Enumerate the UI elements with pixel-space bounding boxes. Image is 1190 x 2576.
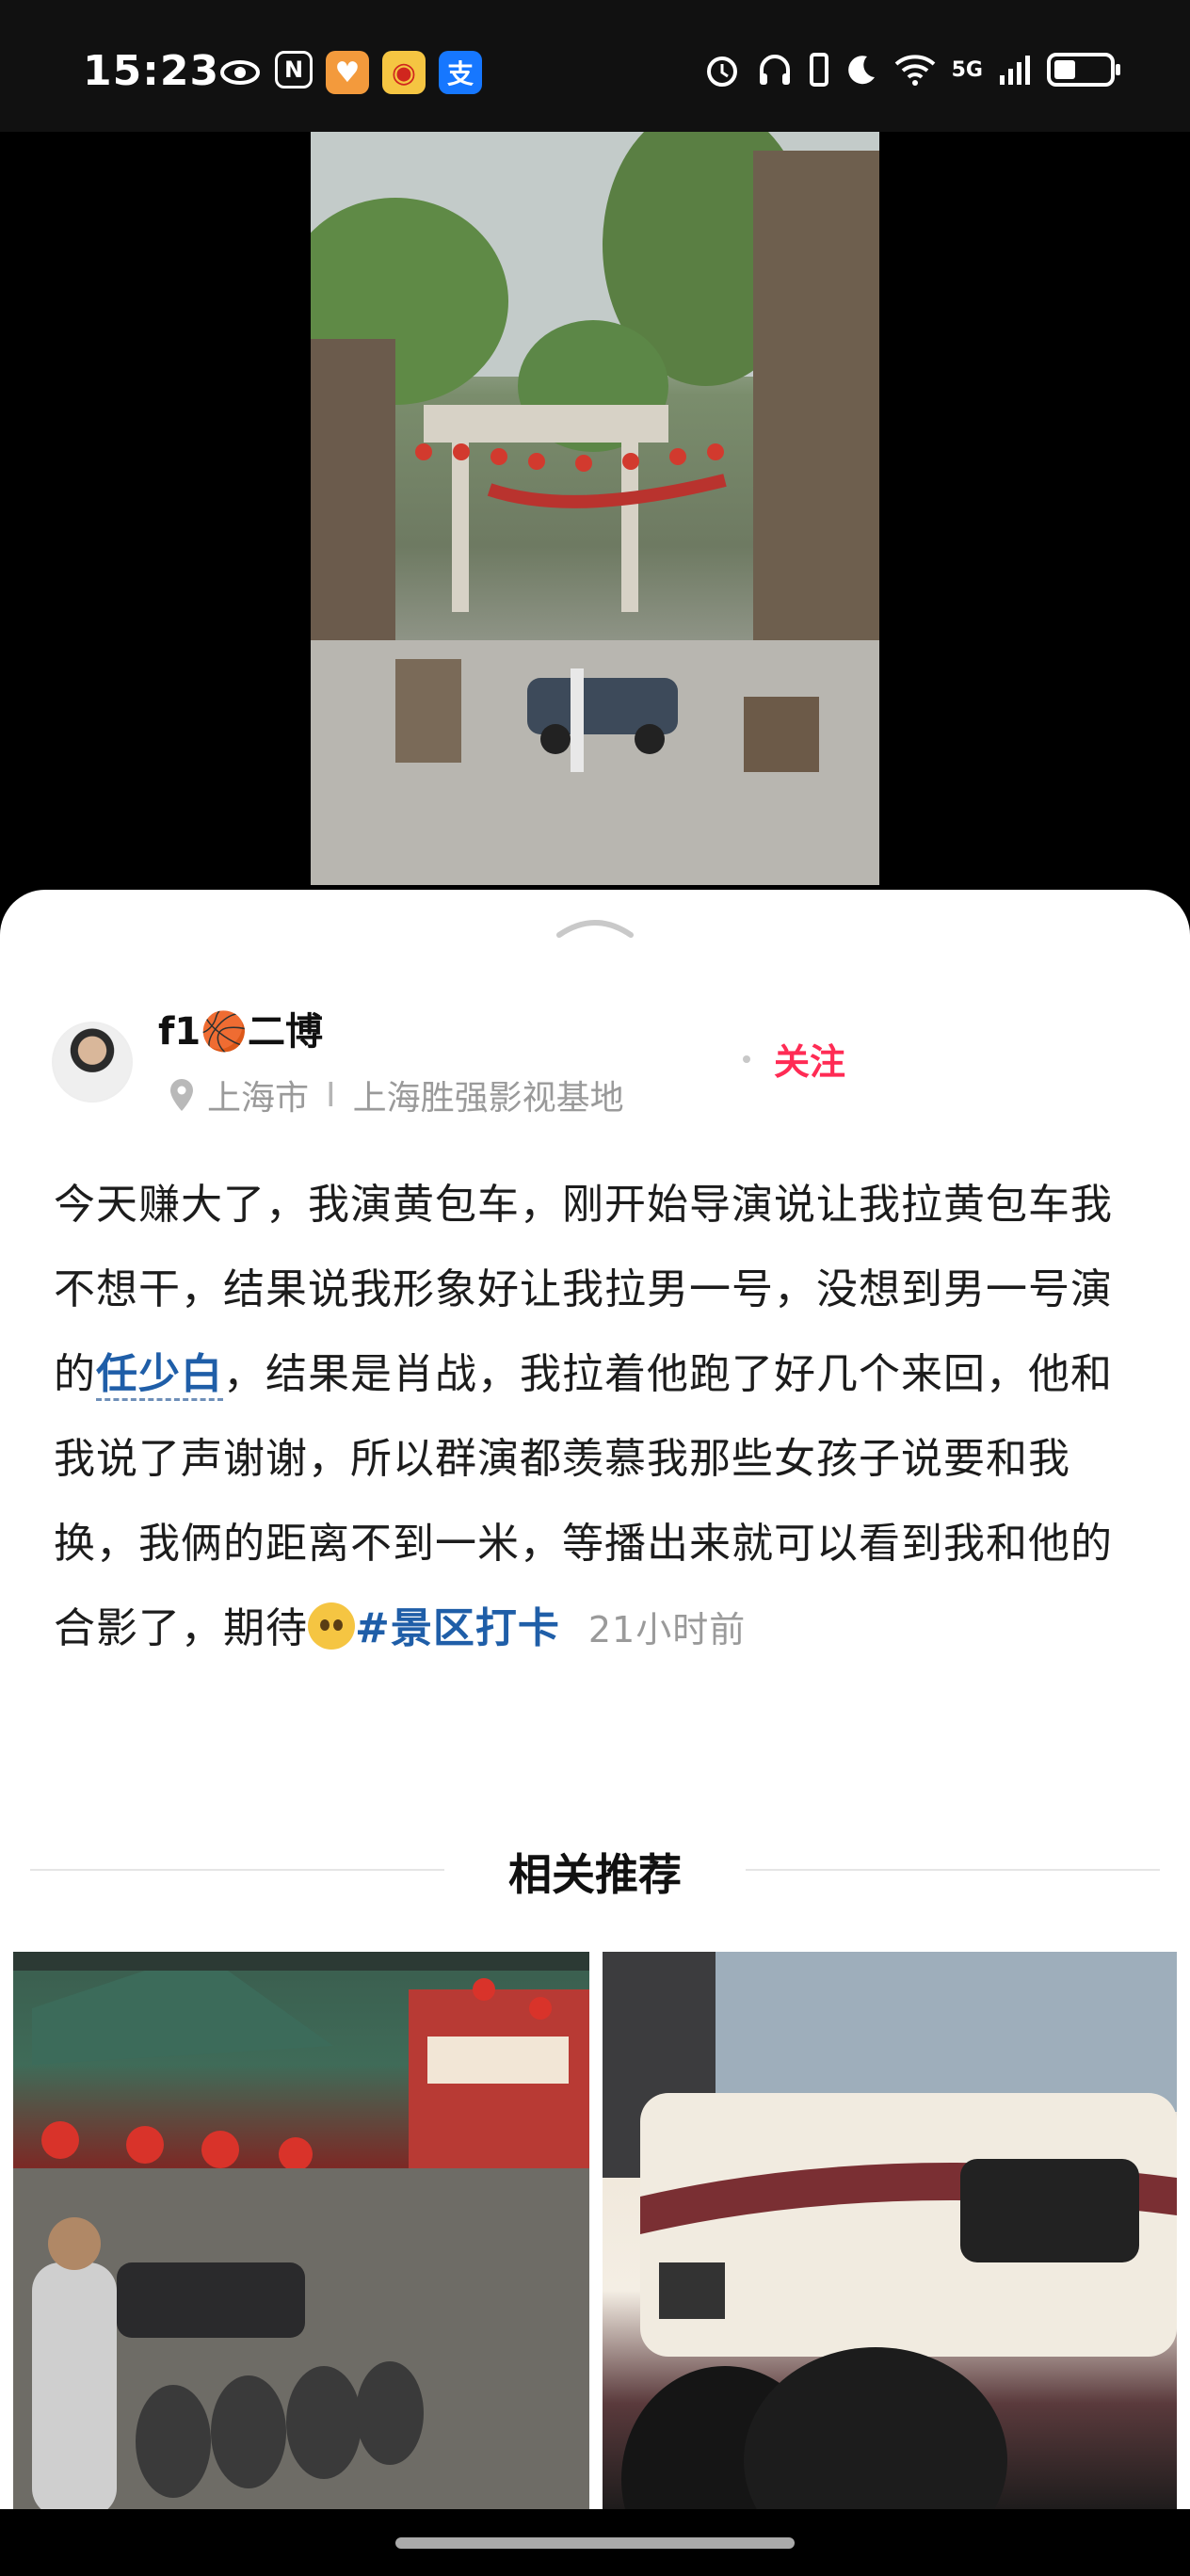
location-city: 上海市	[207, 1079, 310, 1118]
collapse-handle-icon[interactable]	[555, 916, 635, 939]
status-bar: 15:23 N ♥ ◉ 支 5G	[0, 0, 1190, 132]
battery-icon	[1047, 53, 1120, 87]
post-content: 今天赚大了，我演黄包车，刚开始导演说让我拉黄包车我不想干，结果说我形象好让我拉男…	[54, 1163, 1118, 1672]
alarm-icon	[706, 56, 737, 87]
post-detail-sheet: f1🏀二博 上海市 I 上海胜强影视基地 关注 今天赚大了，我演黄包车，刚开始导…	[0, 890, 1190, 2509]
nfc-icon: N	[275, 51, 313, 89]
app-heart-icon: ♥	[326, 51, 369, 94]
eye-icon	[218, 51, 262, 94]
headphones-icon	[759, 55, 790, 85]
follow-button[interactable]: 关注	[774, 1033, 845, 1085]
mention-link[interactable]: 任少白	[96, 1350, 223, 1401]
video-player[interactable]	[0, 132, 1190, 913]
location-row[interactable]: 上海市 I 上海胜强影视基地	[168, 1071, 624, 1119]
wifi-icon	[894, 55, 935, 86]
recommendations-title: 相关推荐	[508, 1849, 682, 1900]
separator-dot	[743, 1055, 750, 1063]
recommendation-image	[13, 1952, 589, 2509]
author-avatar[interactable]	[52, 1022, 133, 1103]
system-icons: 5G	[703, 51, 1120, 89]
system-navigation-bar	[0, 2509, 1190, 2576]
signal-icon	[1000, 56, 1030, 85]
recommendation-card[interactable]	[603, 1952, 1177, 2509]
video-scene-image	[311, 132, 879, 885]
notification-icons: N ♥ ◉ 支	[218, 51, 482, 94]
pleading-face-emoji-icon	[308, 1602, 355, 1650]
hashtag-link[interactable]: #景区打卡	[355, 1604, 560, 1652]
location-separator: I	[326, 1075, 336, 1115]
alipay-icon: 支	[439, 51, 482, 94]
status-time: 15:23	[83, 47, 220, 95]
post-time-ago: 21小时前	[587, 1609, 747, 1650]
divider-right	[746, 1869, 1160, 1871]
location-place: 上海胜强影视基地	[352, 1079, 624, 1118]
recommendation-image	[603, 1952, 1177, 2509]
video-thumbnail[interactable]	[311, 132, 879, 885]
vibrate-icon	[809, 53, 828, 87]
recommendations-header: 相关推荐	[0, 1841, 1190, 1900]
network-type: 5G	[951, 57, 983, 82]
author-name[interactable]: f1🏀二博	[158, 1001, 323, 1055]
moon-icon	[847, 56, 875, 85]
weibo-icon: ◉	[382, 51, 426, 94]
recommendation-card[interactable]	[13, 1952, 589, 2509]
location-pin-icon	[170, 1079, 193, 1111]
home-indicator[interactable]	[395, 2537, 795, 2549]
